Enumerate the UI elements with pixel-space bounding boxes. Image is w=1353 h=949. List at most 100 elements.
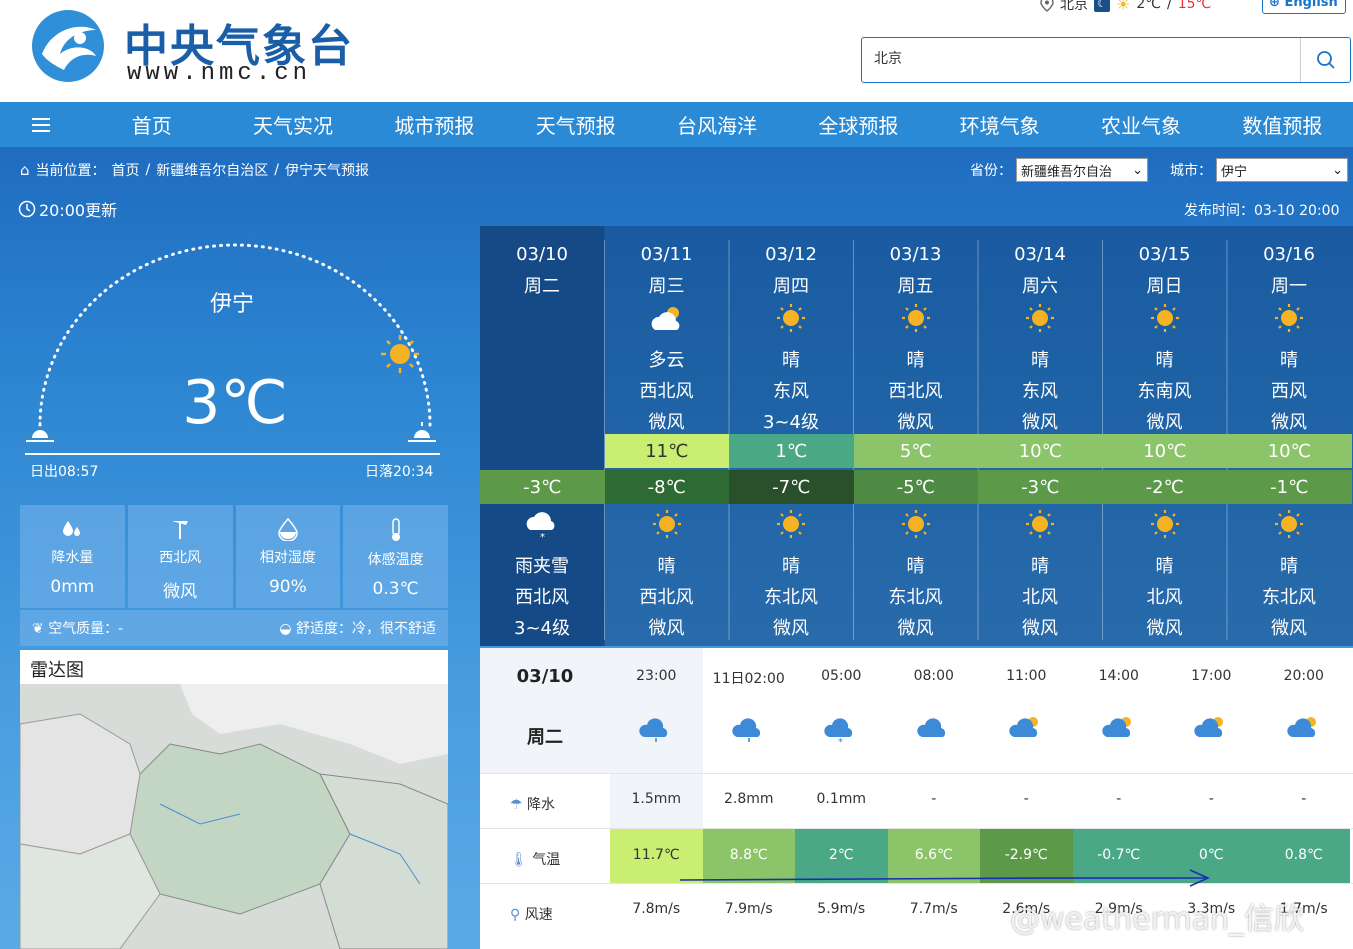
nav-item-environment[interactable]: 环境气象 — [929, 110, 1070, 139]
nmc-logo-icon[interactable] — [30, 8, 110, 84]
night-wind-level: 微风 — [648, 618, 685, 639]
air-quality-text: 空气质量：- — [48, 621, 124, 637]
stat-humidity-label: 相对湿度 — [259, 550, 316, 566]
night-wind-level: 微风 — [1271, 618, 1307, 639]
nav-item-city-forecast[interactable]: 城市预报 — [364, 110, 505, 139]
nav-item-observation[interactable]: 天气实况 — [222, 110, 363, 139]
city-select[interactable]: 伊宁 ⌄ — [1216, 158, 1348, 182]
current-temp: 3℃ — [182, 368, 288, 438]
sunset-time: 日落20:34 — [365, 464, 434, 480]
breadcrumb: ⌂ 当前位置： 首页 / 新疆维吾尔自治区 / 伊宁天气预报 — [20, 160, 369, 180]
nav-item-numerical[interactable]: 数值预报 — [1212, 110, 1353, 139]
thermometer-icon — [391, 518, 400, 541]
moon-icon: ☾ — [1094, 0, 1110, 12]
night-weather: 晴 — [906, 556, 925, 577]
forecast-week: 周二 — [524, 276, 560, 297]
breadcrumb-sep: / — [145, 162, 151, 178]
svg-text:*: * — [838, 737, 843, 746]
current-stats: 降水量 0mm 西北风 微风 相对湿度 90% 体感温度 0.3℃ — [20, 505, 448, 608]
chevron-down-icon: ⌄ — [1332, 162, 1343, 178]
wind-label: 风速 — [524, 907, 553, 923]
sun-icon — [1269, 300, 1309, 336]
night-wind-level: 微风 — [773, 618, 809, 639]
snow-cloud-icon: * — [821, 712, 861, 750]
forecast-date: 03/14 — [1014, 244, 1066, 265]
cloud-sun-icon — [1191, 712, 1231, 750]
province-label: 省份： — [970, 163, 1012, 179]
hourly-time: 11日02:00 — [712, 671, 785, 687]
forecast-date: 03/12 — [765, 244, 817, 265]
english-label: English — [1284, 0, 1338, 10]
top-location[interactable]: 北京 — [1060, 0, 1088, 14]
forecast-date: 03/13 — [889, 244, 942, 265]
night-wind-dir: 东北风 — [888, 587, 943, 608]
update-time: 20:00更新 — [18, 197, 117, 221]
low-temp: -5℃ — [853, 470, 978, 504]
top-temp-low: 2℃ — [1136, 0, 1161, 12]
breadcrumb-province[interactable]: 新疆维吾尔自治区 — [156, 160, 268, 180]
rain-icon: ☂ — [510, 797, 523, 813]
city-value: 伊宁 — [1221, 164, 1248, 180]
high-temp: 10℃ — [1102, 434, 1227, 468]
day-wind-dir: 东南风 — [1137, 381, 1192, 402]
night-wind-dir: 东北风 — [1262, 587, 1316, 608]
sunset-icon — [408, 422, 436, 442]
air-quality: ❦ 空气质量：- — [32, 618, 123, 638]
sun-icon — [771, 506, 811, 542]
breadcrumb-sep: / — [274, 162, 279, 178]
nav-item-typhoon[interactable]: 台风海洋 — [646, 110, 787, 139]
sun-small-icon: ☀ — [1116, 0, 1131, 14]
province-select[interactable]: 新疆维吾尔自治 ⌄ — [1016, 158, 1148, 182]
high-temp: 10℃ — [1227, 434, 1352, 468]
forecast-date: 03/10 — [516, 244, 568, 265]
globe-icon: ⊕ — [1269, 0, 1280, 10]
radar-map[interactable] — [20, 684, 448, 949]
hourly-time: 11:00 — [1006, 668, 1047, 684]
cloud-sun-icon — [647, 300, 687, 336]
search-button[interactable] — [1300, 38, 1350, 82]
day-wind-dir: 东风 — [1022, 381, 1058, 402]
night-wind-dir: 北风 — [1146, 587, 1183, 608]
search-input[interactable] — [874, 50, 1294, 66]
day-weather: 晴 — [782, 350, 800, 371]
forecast-date: 03/16 — [1263, 244, 1315, 265]
sun-icon — [1269, 506, 1309, 542]
forecast-week: 周六 — [1022, 276, 1058, 297]
nav-item-home[interactable]: 首页 — [81, 110, 222, 139]
night-weather: 晴 — [1031, 556, 1049, 577]
nav-item-weather-forecast[interactable]: 天气预报 — [505, 110, 646, 139]
english-button[interactable]: ⊕ English — [1262, 0, 1346, 14]
clock-icon — [18, 200, 36, 218]
forecast-date: 03/15 — [1138, 244, 1191, 265]
nav-item-global[interactable]: 全球预报 — [788, 110, 929, 139]
menu-button[interactable] — [0, 117, 81, 132]
hamburger-icon — [31, 117, 50, 132]
publish-time: 发布时间：03-10 20:00 — [1184, 203, 1340, 219]
breadcrumb-home[interactable]: 首页 — [112, 160, 140, 180]
sun-icon — [1020, 300, 1060, 336]
hourly-time: 08:00 — [913, 668, 954, 684]
annotation-arrow — [679, 869, 1210, 887]
night-weather: 晴 — [782, 556, 800, 577]
rain-cloud-icon — [636, 712, 676, 750]
hourly-time: 23:00 — [636, 668, 677, 684]
humidity-icon — [278, 517, 298, 541]
night-wind-level: 微风 — [1146, 618, 1183, 639]
nav-item-agriculture[interactable]: 农业气象 — [1070, 110, 1211, 139]
night-wind-dir: 西北风 — [515, 587, 569, 608]
seven-day-forecast: 03/10 周二 -3℃ * 雨夹雪 西北风 3~4级 03/11 周三 多云 西北风 微风 11℃ -8… — [480, 226, 1353, 646]
night-wind-level: 微风 — [897, 618, 934, 639]
sunrise-icon — [26, 422, 54, 442]
radar-map-image — [20, 684, 448, 949]
day-wind-level: 微风 — [648, 412, 685, 433]
hourly-time: 05:00 — [821, 668, 862, 684]
home-icon: ⌂ — [20, 161, 30, 179]
day-wind-dir: 西北风 — [639, 381, 694, 402]
hourly-time: 17:00 — [1191, 668, 1232, 684]
region-selectors: 省份： 新疆维吾尔自治 ⌄ 城市： 伊宁 ⌄ — [970, 158, 1348, 182]
current-city: 伊宁 — [209, 292, 254, 317]
day-weather: 晴 — [1031, 350, 1049, 371]
sun-icon — [647, 506, 687, 542]
logo-url: www.nmc.cn — [127, 60, 312, 87]
leaf-icon: ❦ — [32, 621, 44, 637]
